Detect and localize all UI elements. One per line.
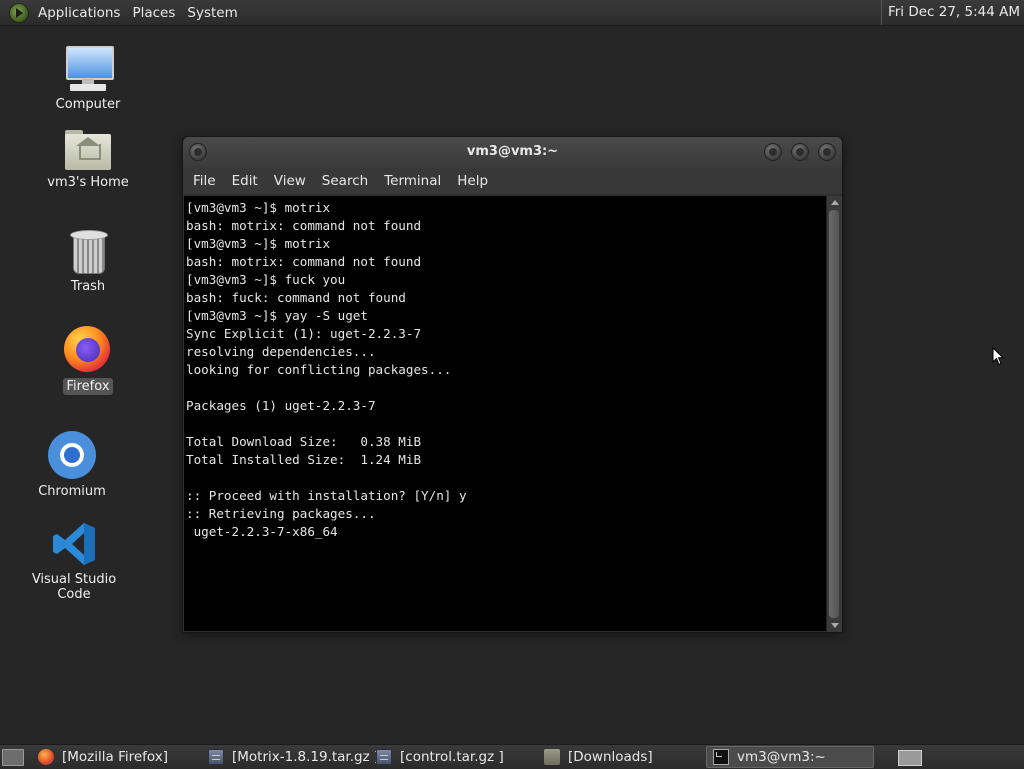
desktop-icon-label: Computer bbox=[55, 97, 121, 112]
trash-icon bbox=[70, 230, 108, 274]
archive-icon bbox=[208, 749, 224, 765]
menu-view[interactable]: View bbox=[268, 173, 313, 189]
terminal-icon bbox=[713, 749, 729, 765]
scroll-down-arrow-icon[interactable] bbox=[831, 623, 839, 628]
home-folder-icon bbox=[65, 130, 111, 170]
desktop-icon-home[interactable]: vm3's Home bbox=[33, 130, 143, 191]
taskbar-item-label: [Mozilla Firefox] bbox=[62, 749, 169, 765]
firefox-icon bbox=[38, 749, 54, 765]
system-menu[interactable]: System bbox=[181, 5, 243, 21]
window-title: vm3@vm3:~ bbox=[466, 144, 559, 159]
taskbar-item-downloads[interactable]: [Downloads] bbox=[538, 746, 704, 768]
desktop-icon-computer[interactable]: Computer bbox=[33, 46, 143, 113]
taskbar-item-label: [control.tar.gz ] bbox=[400, 749, 504, 765]
bottom-panel: [Mozilla Firefox] [Motrix-1.8.19.tar.gz … bbox=[0, 744, 1024, 769]
taskbar-item-control-archive[interactable]: [control.tar.gz ] bbox=[370, 746, 536, 768]
chromium-icon bbox=[48, 431, 96, 479]
menu-search[interactable]: Search bbox=[316, 173, 375, 189]
desktop-icon-label: Firefox bbox=[63, 378, 113, 395]
minimize-button[interactable] bbox=[764, 143, 782, 161]
taskbar-item-firefox[interactable]: [Mozilla Firefox] bbox=[32, 746, 198, 768]
desktop-icon-label: Trash bbox=[70, 279, 106, 294]
archive-icon bbox=[376, 749, 392, 765]
terminal-output: [vm3@vm3 ~]$ motrix bash: motrix: comman… bbox=[186, 200, 467, 539]
terminal-menubar: File Edit View Search Terminal Help bbox=[183, 168, 842, 194]
folder-icon bbox=[544, 749, 560, 765]
computer-icon bbox=[64, 46, 114, 92]
close-button[interactable] bbox=[818, 143, 836, 161]
show-desktop-button[interactable] bbox=[2, 749, 24, 766]
taskbar-item-label: vm3@vm3:~ bbox=[737, 749, 826, 765]
terminal-window[interactable]: vm3@vm3:~ File Edit View Search Terminal… bbox=[182, 136, 843, 633]
firefox-icon bbox=[64, 326, 112, 374]
terminal-output-area[interactable]: [vm3@vm3 ~]$ motrix bash: motrix: comman… bbox=[184, 196, 826, 631]
taskbar-item-label: [Downloads] bbox=[568, 749, 653, 765]
desktop-icon-label: Chromium bbox=[38, 484, 106, 499]
scrollbar-thumb[interactable] bbox=[829, 210, 839, 618]
menu-terminal[interactable]: Terminal bbox=[378, 173, 448, 189]
applications-menu[interactable]: Applications bbox=[32, 5, 126, 21]
taskbar-item-label: [Motrix-1.8.19.tar.gz ] bbox=[232, 749, 380, 765]
mouse-pointer-icon bbox=[992, 346, 1005, 370]
top-menu: Applications Places System bbox=[32, 0, 244, 25]
vscode-icon bbox=[51, 521, 97, 567]
desktop-icon-label: Visual Studio Code bbox=[31, 572, 117, 602]
menu-help[interactable]: Help bbox=[451, 173, 495, 189]
taskbar-item-motrix-archive[interactable]: [Motrix-1.8.19.tar.gz ] bbox=[202, 746, 379, 768]
taskbar-item-terminal[interactable]: vm3@vm3:~ bbox=[706, 746, 874, 768]
desktop-icon-label: vm3's Home bbox=[47, 175, 129, 190]
desktop-icon-trash[interactable]: Trash bbox=[33, 230, 143, 295]
desktop-icon-chromium[interactable]: Chromium bbox=[17, 431, 127, 500]
terminal-scrollbar[interactable] bbox=[826, 196, 842, 632]
workspace-switcher[interactable] bbox=[898, 750, 922, 766]
gnome-foot-icon[interactable] bbox=[9, 2, 29, 23]
desktop-icon-vscode[interactable]: Visual Studio Code bbox=[19, 521, 129, 603]
menu-edit[interactable]: Edit bbox=[226, 173, 265, 189]
clock[interactable]: Fri Dec 27, 5:44 AM bbox=[880, 0, 1024, 25]
desktop-icon-firefox[interactable]: Firefox bbox=[33, 326, 143, 395]
scroll-up-arrow-icon[interactable] bbox=[831, 200, 839, 205]
top-panel: Applications Places System Fri Dec 27, 5… bbox=[0, 0, 1024, 26]
window-titlebar[interactable]: vm3@vm3:~ bbox=[183, 137, 842, 168]
places-menu[interactable]: Places bbox=[126, 5, 181, 21]
menu-file[interactable]: File bbox=[187, 173, 223, 189]
maximize-button[interactable] bbox=[791, 143, 809, 161]
